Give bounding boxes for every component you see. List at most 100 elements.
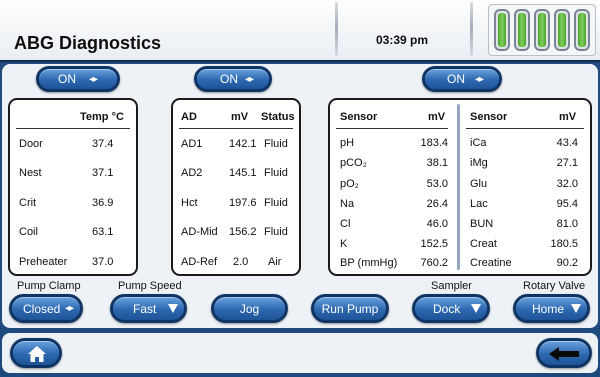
- divider: [179, 128, 293, 129]
- sensor-name: Lac: [470, 198, 488, 210]
- sensor-value: 180.5: [550, 238, 578, 250]
- toggle-label: ON: [58, 72, 76, 86]
- sensor-value: 38.1: [426, 157, 448, 169]
- pump-clamp-value: Closed: [23, 301, 61, 316]
- status-column-header: Status: [261, 111, 295, 123]
- battery-fill: [518, 13, 526, 47]
- dropdown-arrow-icon: [168, 297, 178, 320]
- home-button[interactable]: [10, 338, 62, 368]
- rotary-valve-dropdown[interactable]: Home: [513, 294, 590, 323]
- ad-row-name: AD-Ref: [181, 256, 218, 268]
- mv-column-header: mV: [231, 111, 249, 123]
- sensor-name: Cl: [340, 218, 351, 230]
- pump-clamp-toggle[interactable]: Closed ◂▸: [9, 294, 83, 323]
- sampler-dropdown[interactable]: Dock: [412, 294, 490, 323]
- sensor-value: 27.1: [556, 157, 578, 169]
- battery-fill: [498, 13, 506, 47]
- sensor-name: Creat: [470, 238, 497, 250]
- ad-row-status: Fluid: [264, 167, 288, 179]
- ad-row-status: Air: [268, 256, 282, 268]
- rotary-valve-caption: Rotary Valve: [523, 280, 586, 292]
- ad-row-status: Fluid: [264, 226, 288, 238]
- temp-row-name: Coil: [19, 226, 38, 238]
- battery-fill: [538, 13, 546, 47]
- mv-column-header: mV: [428, 111, 446, 123]
- temp-column-header: Temp °C: [80, 111, 124, 123]
- battery-cell: [514, 9, 530, 51]
- ad-table: AD mV Status AD1 142.1 Fluid AD2 145.1 F…: [171, 98, 301, 276]
- toggle-label: ON: [220, 72, 238, 86]
- ad-row-status: Fluid: [264, 197, 288, 209]
- temp-row-value: 36.9: [92, 197, 114, 209]
- jog-button[interactable]: Jog: [211, 294, 288, 323]
- back-button[interactable]: [536, 338, 592, 368]
- app-title: ABG Diagnostics: [14, 33, 162, 53]
- ad-row-mv: 142.1: [229, 138, 257, 150]
- dropdown-arrow-icon: [471, 297, 481, 320]
- sensor-name: pO₂: [340, 178, 359, 190]
- ad-row-mv: 2.0: [233, 256, 249, 268]
- sensor-name: pCO₂: [340, 157, 367, 169]
- ad-toggle[interactable]: ON ◂▸: [194, 66, 272, 92]
- sensor-name: iCa: [470, 137, 487, 149]
- sensor-value: 183.4: [420, 137, 448, 149]
- sensor-column-header: Sensor: [470, 111, 508, 123]
- pump-speed-dropdown[interactable]: Fast: [110, 294, 187, 323]
- sensor-name: Na: [340, 198, 355, 210]
- temp-row-value: 37.1: [92, 167, 114, 179]
- sampler-value: Dock: [433, 301, 461, 316]
- ad-row-mv: 197.6: [229, 197, 257, 209]
- ad-row-mv: 156.2: [229, 226, 257, 238]
- battery-indicator: [488, 4, 596, 56]
- sensor-value: 43.4: [556, 137, 578, 149]
- sensor-value: 95.4: [556, 198, 578, 210]
- sensor-column-header: Sensor: [340, 111, 378, 123]
- sensor-value: 760.2: [420, 257, 448, 269]
- temp-row-value: 37.4: [92, 138, 114, 150]
- battery-fill: [558, 13, 566, 47]
- pump-clamp-caption: Pump Clamp: [17, 280, 81, 292]
- ad-column-header: AD: [181, 111, 197, 123]
- battery-cell: [534, 9, 550, 51]
- mv-column-header: mV: [559, 111, 577, 123]
- temperature-toggle[interactable]: ON ◂▸: [36, 66, 120, 92]
- header-divider: [470, 2, 473, 56]
- sensor-value: 46.0: [426, 218, 448, 230]
- ad-row-mv: 145.1: [229, 167, 257, 179]
- sensor-value: 53.0: [426, 178, 448, 190]
- sensor-name: Glu: [470, 178, 488, 190]
- pump-speed-caption: Pump Speed: [118, 280, 182, 292]
- header-divider: [335, 2, 338, 56]
- rotary-valve-value: Home: [532, 301, 565, 316]
- temp-row-name: Nest: [19, 167, 42, 179]
- dropdown-arrow-icon: [571, 297, 581, 320]
- divider: [16, 128, 130, 129]
- sensor-name: BP (mmHg): [340, 257, 398, 269]
- sensor-name: BUN: [470, 218, 494, 230]
- temp-row-value: 37.0: [92, 256, 114, 268]
- run-pump-button[interactable]: Run Pump: [311, 294, 389, 323]
- jog-label: Jog: [239, 301, 260, 316]
- sensor-name: K: [340, 238, 348, 250]
- sensor-table: Sensor mV Sensor mV pH 183.4 pCO₂ 38.1 p…: [328, 98, 592, 276]
- sensor-value: 32.0: [556, 178, 578, 190]
- toggle-label: ON: [447, 72, 465, 86]
- sensor-name: Creatine: [470, 257, 512, 269]
- sensor-value: 152.5: [420, 238, 448, 250]
- ad-row-name: Hct: [181, 197, 198, 209]
- ad-row-name: AD1: [181, 138, 203, 150]
- sensor-toggle[interactable]: ON ◂▸: [422, 66, 502, 92]
- divider: [466, 128, 584, 129]
- temp-row-name: Preheater: [19, 256, 68, 268]
- bottom-nav-bar: [2, 333, 598, 373]
- divider: [336, 128, 448, 129]
- battery-cell: [574, 9, 590, 51]
- swap-arrows-icon: ◂▸: [245, 73, 254, 85]
- temp-row-value: 63.1: [92, 226, 114, 238]
- back-arrow-icon: [549, 347, 579, 361]
- sensor-value: 90.2: [556, 257, 578, 269]
- home-icon: [28, 346, 46, 362]
- temp-row-name: Crit: [19, 197, 37, 209]
- pump-speed-value: Fast: [133, 301, 157, 316]
- battery-cell: [554, 9, 570, 51]
